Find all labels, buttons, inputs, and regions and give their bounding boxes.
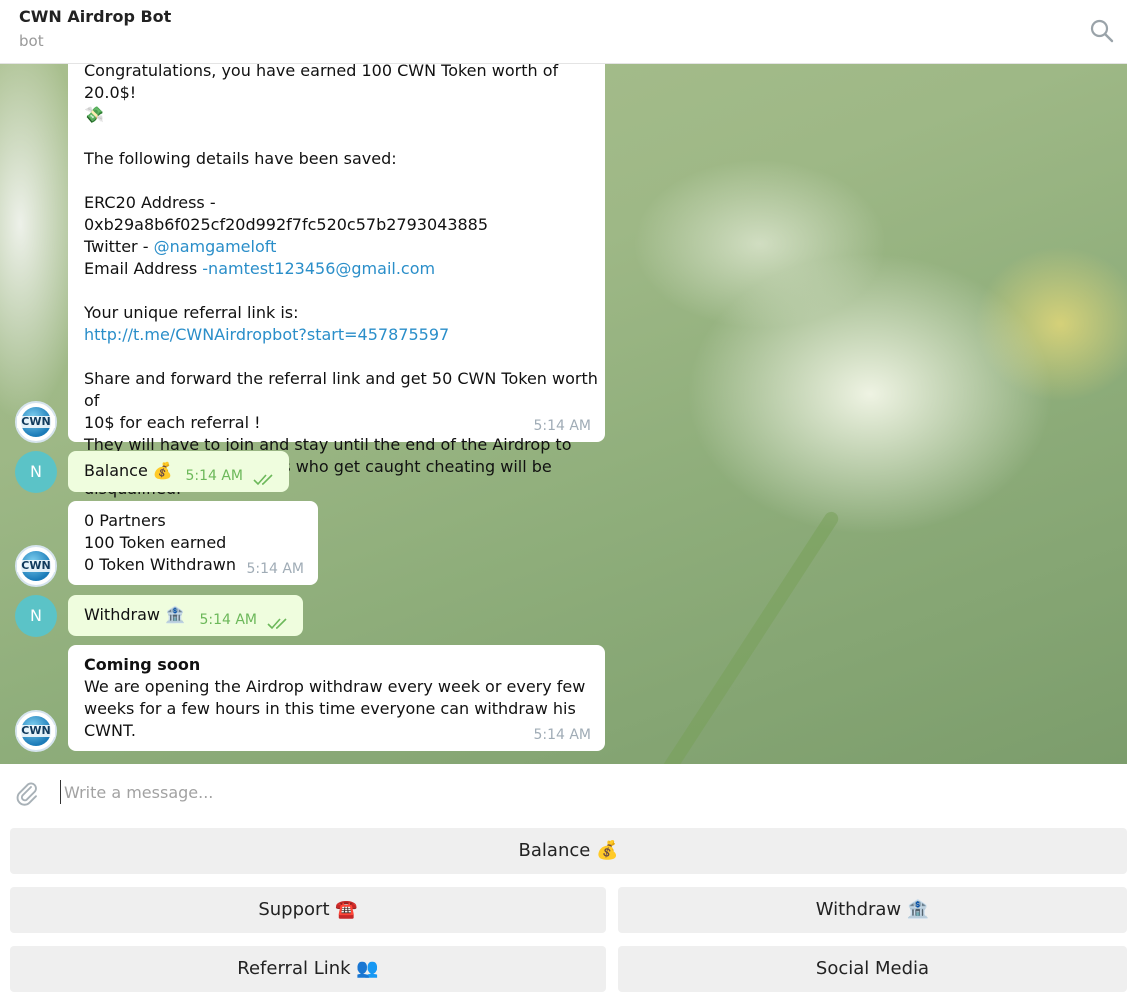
message-history[interactable]: Congratulations, you have earned 100 CWN… [0, 64, 1127, 764]
bot-message-reward[interactable]: Congratulations, you have earned 100 CWN… [68, 64, 605, 498]
message-time: 5:14 AM [246, 561, 304, 577]
chat-header: CWN Airdrop Bot bot [0, 0, 1127, 64]
read-checkmarks-icon [253, 474, 273, 486]
email-link[interactable]: -namtest123456@gmail.com [202, 259, 435, 278]
user-avatar[interactable]: N [15, 595, 57, 637]
message-line: The following details have been saved: [84, 149, 397, 168]
message-line: We are opening the Airdrop withdraw ever… [84, 677, 586, 696]
message-line: weeks for a few hours in this time every… [84, 699, 576, 718]
message-text: Balance 💰 [84, 461, 173, 480]
keyboard-balance-button[interactable]: Balance 💰 [10, 828, 1127, 874]
keyboard-withdraw-button[interactable]: Withdraw 🏦 [618, 887, 1127, 933]
message-line: 10$ for each referral ! [84, 413, 261, 432]
message-line: Share and forward the referral link and … [84, 369, 598, 410]
chat-title[interactable]: CWN Airdrop Bot [19, 7, 171, 26]
attach-icon[interactable] [14, 780, 40, 806]
background-wallpaper [633, 509, 841, 764]
user-message-balance[interactable]: Balance 💰 5:14 AM [68, 451, 289, 492]
message-input[interactable] [60, 780, 1100, 804]
email-label: Email Address [84, 259, 203, 278]
bot-avatar[interactable]: CWN [15, 545, 57, 587]
erc20-address: ERC20 Address - 0xb29a8b6f025cf20d992f7f… [84, 193, 489, 234]
bot-keyboard: Balance 💰 Support ☎️ Withdraw 🏦 Referral… [0, 820, 1127, 1001]
bot-avatar[interactable]: CWN [15, 401, 57, 443]
message-time: 5:14 AM [533, 418, 591, 434]
partners-count: 0 Partners [84, 511, 166, 530]
message-time: 5:14 AM [199, 612, 257, 628]
bot-message-coming-soon[interactable]: Coming soon We are opening the Airdrop w… [68, 645, 605, 751]
user-message-withdraw[interactable]: Withdraw 🏦 5:14 AM [68, 595, 303, 636]
keyboard-referral-button[interactable]: Referral Link 👥 [10, 946, 606, 992]
message-line: CWNT. [84, 721, 136, 740]
read-checkmarks-icon [267, 618, 287, 630]
message-line: Congratulations, you have earned 100 CWN… [84, 64, 559, 102]
keyboard-social-button[interactable]: Social Media [618, 946, 1127, 992]
message-title: Coming soon [84, 655, 201, 674]
message-text: Withdraw 🏦 [84, 605, 185, 624]
token-withdrawn: 0 Token Withdrawn [84, 555, 236, 574]
search-icon[interactable] [1089, 18, 1115, 44]
message-composer [0, 764, 1127, 820]
token-earned: 100 Token earned [84, 533, 227, 552]
bot-avatar-label: CWN [17, 725, 55, 737]
bot-avatar-label: CWN [17, 416, 55, 428]
message-time: 5:14 AM [533, 727, 591, 743]
referral-label: Your unique referral link is: [84, 303, 299, 322]
twitter-label: Twitter - [84, 237, 154, 256]
message-time: 5:14 AM [185, 468, 243, 484]
bot-avatar[interactable]: CWN [15, 710, 57, 752]
bot-message-balance-info[interactable]: 0 Partners 100 Token earned 0 Token With… [68, 501, 318, 585]
twitter-link[interactable]: @namgameloft [154, 237, 277, 256]
user-avatar[interactable]: N [15, 451, 57, 493]
keyboard-support-button[interactable]: Support ☎️ [10, 887, 606, 933]
referral-link[interactable]: http://t.me/CWNAirdropbot?start=45787559… [84, 324, 604, 346]
money-emoji: 💸 [84, 105, 104, 124]
bot-avatar-label: CWN [17, 560, 55, 572]
chat-subtitle: bot [19, 32, 44, 50]
